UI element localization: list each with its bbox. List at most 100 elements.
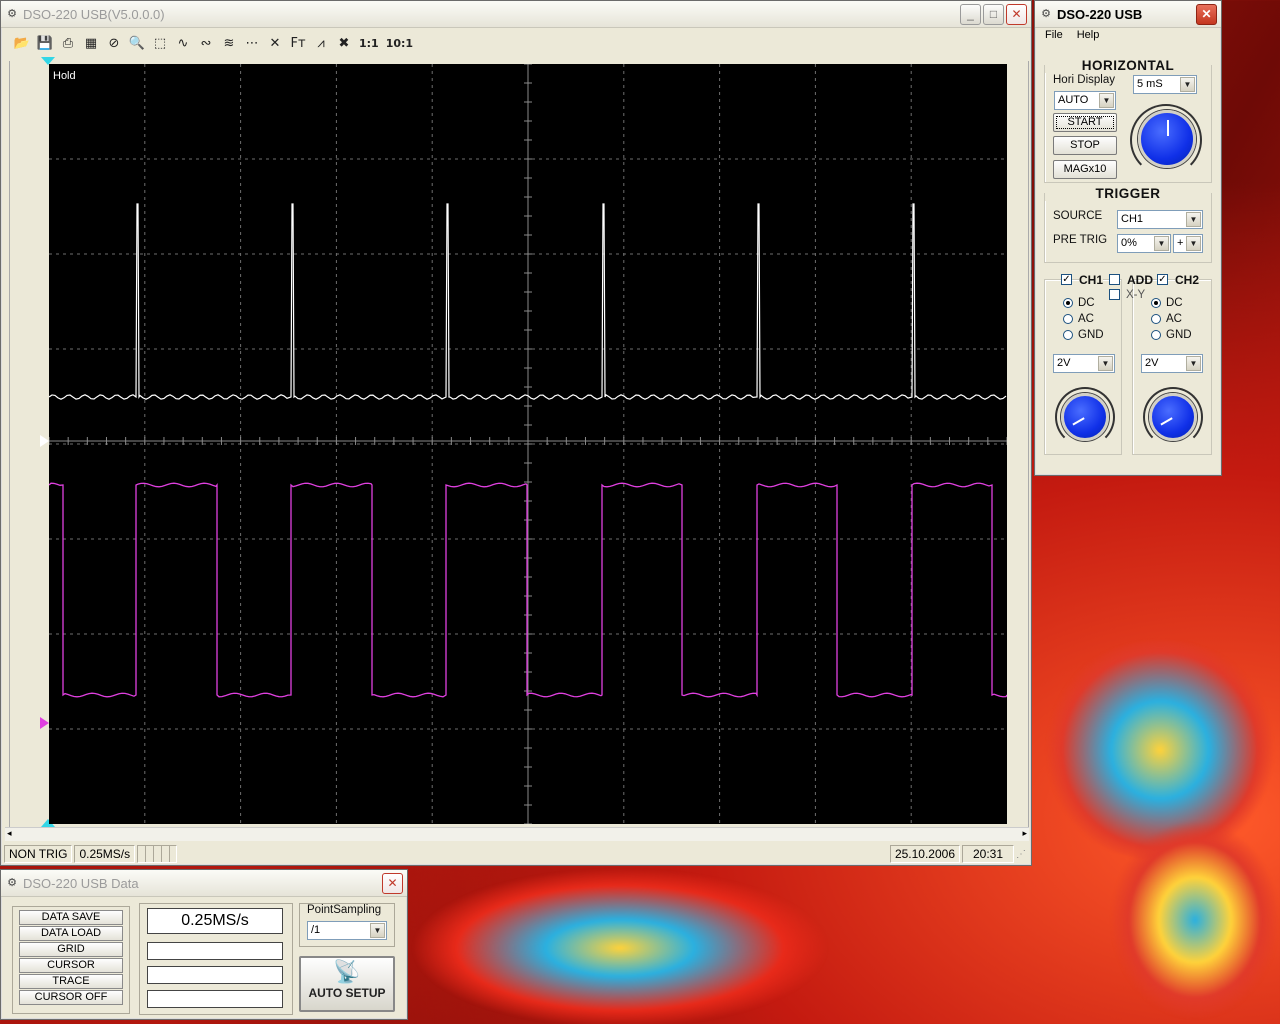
desktop-wallpaper-swirl [1040, 640, 1280, 860]
timebase-knob[interactable] [1138, 110, 1196, 168]
hori-mode-select[interactable]: AUTO ▼ [1054, 91, 1116, 110]
open-icon[interactable]: 📂 [11, 32, 33, 54]
control-titlebar: ⚙ DSO-220 USB ✕ [1035, 1, 1221, 28]
readout-field-2 [147, 942, 283, 960]
chevron-down-icon: ▼ [1180, 77, 1195, 92]
delete-icon[interactable]: ✖ [333, 32, 355, 54]
wave3-icon[interactable]: ≋ [218, 32, 240, 54]
stop-button[interactable]: STOP [1053, 136, 1117, 155]
dots-icon[interactable]: ⋯ [241, 32, 263, 54]
print-icon[interactable]: ⎙ [57, 32, 79, 54]
resize-grip-icon[interactable]: ⋰ [1016, 849, 1030, 860]
wave1-icon[interactable]: ∿ [172, 32, 194, 54]
horizontal-scrollbar[interactable]: ◂ ▸ [5, 827, 1029, 841]
close-button[interactable]: ✕ [1006, 3, 1027, 25]
trigger-status: NON TRIG [4, 845, 73, 863]
main-toolbar: 📂 💾 ⎙ ▦ ⊘ 🔍 ⬚ ∿ ∾ ≋ ⋯ ✕ Fᴛ ⩘ ✖ 1:1 10:1 [11, 32, 416, 54]
slope-select[interactable]: + ▼ [1173, 234, 1203, 253]
ch2-gnd-radio[interactable] [1151, 330, 1161, 340]
zoom-icon[interactable]: 🔍 [126, 32, 148, 54]
ch2-volts-knob[interactable] [1149, 393, 1197, 441]
chevron-down-icon: ▼ [1186, 212, 1201, 227]
app-icon: ⚙ [7, 877, 17, 889]
wave2-icon[interactable]: ∾ [195, 32, 217, 54]
date-status: 25.10.2006 [889, 845, 960, 863]
ratio-button-1[interactable]: 1:1 [356, 32, 382, 54]
ch1-dc-radio[interactable] [1063, 298, 1073, 308]
cursor-off-button[interactable]: CURSOR OFF [19, 990, 123, 1005]
ch2-ac-label: AC [1166, 313, 1182, 325]
ch1-checkbox[interactable]: ✓ [1061, 274, 1072, 285]
app-icon: ⚙ [7, 8, 17, 20]
timebase-value: 5 mS [1137, 78, 1163, 90]
control-window: ⚙ DSO-220 USB ✕ File Help HORIZONTAL Hor… [1034, 0, 1222, 476]
readout-field-3 [147, 966, 283, 984]
sample-rate-status: 0.25MS/s [74, 845, 136, 863]
timebase-select[interactable]: 5 mS ▼ [1133, 75, 1197, 94]
right-ruler [1013, 61, 1029, 827]
stop-icon[interactable]: ⊘ [103, 32, 125, 54]
menu-help[interactable]: Help [1077, 29, 1100, 41]
ch1-dc-label: DC [1078, 297, 1095, 309]
source-label: SOURCE [1053, 210, 1103, 222]
data-close-button[interactable]: ✕ [382, 872, 403, 894]
add-checkbox[interactable] [1109, 274, 1120, 285]
ch1-ac-radio[interactable] [1063, 314, 1073, 324]
antenna-icon: 📡 [333, 959, 361, 984]
trigger-source-select[interactable]: CH1 ▼ [1117, 210, 1203, 229]
main-window-title: DSO-220 USB(V5.0.0.0) [23, 6, 165, 22]
cursor-icon[interactable]: ✕ [264, 32, 286, 54]
data-load-button[interactable]: DATA LOAD [19, 926, 123, 941]
ch2-dc-radio[interactable] [1151, 298, 1161, 308]
fft-icon[interactable]: Fᴛ [287, 32, 309, 54]
ch2-offset-marker[interactable] [40, 717, 49, 729]
ch1-volts-select[interactable]: 2V ▼ [1053, 354, 1115, 373]
pretrig-select[interactable]: 0% ▼ [1117, 234, 1171, 253]
trace-button[interactable]: TRACE [19, 974, 123, 989]
point-sampling-value: /1 [311, 924, 321, 936]
chevron-down-icon: ▼ [1186, 356, 1201, 371]
save-icon[interactable]: 💾 [34, 32, 56, 54]
ch1-volts-knob[interactable] [1061, 393, 1109, 441]
scope-traces [49, 64, 1007, 824]
ch1-offset-marker[interactable] [40, 435, 49, 447]
hori-display-label: Hori Display [1053, 74, 1115, 86]
data-save-button[interactable]: DATA SAVE [19, 910, 123, 925]
capture-icon[interactable]: ▦ [80, 32, 102, 54]
maximize-button[interactable]: □ [983, 3, 1004, 25]
minimize-button[interactable]: _ [960, 3, 981, 25]
start-button[interactable]: START [1053, 113, 1117, 132]
chevron-down-icon: ▼ [1098, 356, 1113, 371]
trigger-group: TRIGGER SOURCE CH1 ▼ PRE TRIG 0% ▼ + ▼ [1044, 186, 1212, 263]
ch2-ac-radio[interactable] [1151, 314, 1161, 324]
left-ruler [9, 61, 39, 827]
auto-setup-label: AUTO SETUP [308, 986, 386, 1000]
auto-setup-button[interactable]: 📡 AUTO SETUP [299, 956, 395, 1012]
status-bar: NON TRIG 0.25MS/s 25.10.2006 20:31 ⋰ [4, 844, 1030, 864]
point-sampling-select[interactable]: /1 ▼ [307, 921, 387, 940]
trigger-title: TRIGGER [1045, 186, 1211, 201]
ch2-volts-value: 2V [1145, 357, 1159, 369]
ch2-volts-select[interactable]: 2V ▼ [1141, 354, 1203, 373]
ch1-gnd-label: GND [1078, 329, 1104, 341]
grid-button[interactable]: GRID [19, 942, 123, 957]
scroll-left-icon[interactable]: ◂ [7, 828, 12, 839]
ratio-button-2[interactable]: 10:1 [383, 32, 416, 54]
cursor-button[interactable]: CURSOR [19, 958, 123, 973]
ch2-label: CH2 [1175, 273, 1200, 287]
menu-file[interactable]: File [1045, 29, 1063, 41]
ch1-gnd-radio[interactable] [1063, 330, 1073, 340]
scroll-right-icon[interactable]: ▸ [1022, 828, 1027, 839]
desktop-wallpaper-swirl-2 [410, 868, 830, 1024]
ch2-checkbox[interactable]: ✓ [1157, 274, 1168, 285]
control-window-title: DSO-220 USB [1057, 6, 1143, 22]
horizontal-group: HORIZONTAL Hori Display 5 mS ▼ AUTO ▼ ST… [1044, 58, 1212, 183]
control-close-button[interactable]: ✕ [1196, 3, 1217, 25]
chevron-down-icon: ▼ [1099, 93, 1114, 108]
measure-icon[interactable]: ⩘ [310, 32, 332, 54]
scope-display[interactable]: Hold [49, 64, 1007, 824]
data-window: ⚙ DSO-220 USB Data ✕ DATA SAVE DATA LOAD… [0, 869, 408, 1020]
xy-checkbox[interactable] [1109, 289, 1120, 300]
mag-button[interactable]: MAGx10 [1053, 160, 1117, 179]
select-icon[interactable]: ⬚ [149, 32, 171, 54]
